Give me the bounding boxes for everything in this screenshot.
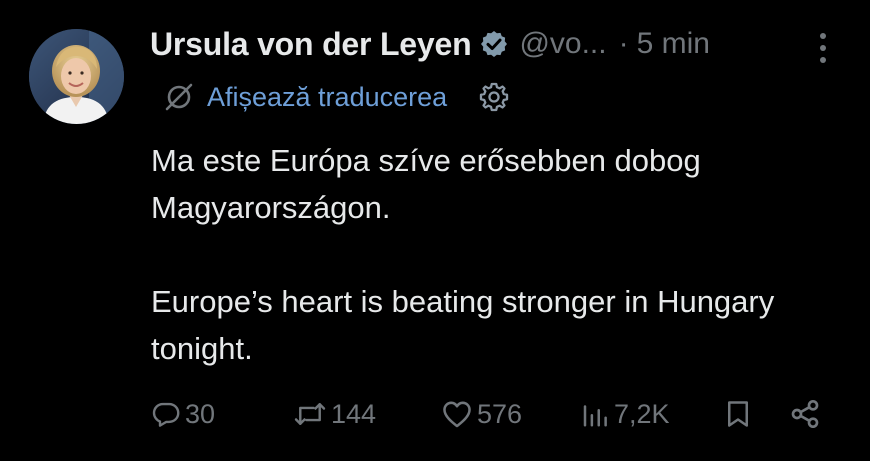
repost-button[interactable]: 144	[293, 392, 376, 436]
translate-icon	[163, 81, 195, 113]
reply-count: 30	[185, 398, 216, 429]
timestamp[interactable]: 5 min	[637, 27, 710, 61]
analytics-icon	[580, 399, 610, 429]
author-handle[interactable]: @vo...	[519, 27, 606, 61]
more-options-icon[interactable]	[815, 30, 831, 66]
repost-count: 144	[331, 398, 377, 429]
heart-icon	[441, 399, 473, 429]
repost-icon	[293, 399, 327, 429]
bookmark-button[interactable]	[723, 392, 753, 436]
tweet-body: Ma este Európa szíve erősebben dobog Mag…	[151, 137, 841, 372]
separator-dot: ·	[618, 27, 629, 60]
tweet-card[interactable]: Ursula von der Leyen @vo... · 5 min Afiș…	[0, 0, 870, 461]
views-button[interactable]: 7,2K	[580, 392, 670, 436]
gear-icon[interactable]	[477, 80, 511, 114]
tweet-paragraph: Europe’s heart is beating stronger in Hu…	[151, 284, 775, 366]
verified-badge-icon[interactable]	[479, 29, 509, 59]
bookmark-icon	[723, 399, 753, 429]
like-count: 576	[477, 398, 523, 429]
tweet-header: Ursula von der Leyen @vo... · 5 min	[150, 22, 850, 66]
tweet-paragraph: Ma este Európa szíve erősebben dobog Mag…	[151, 143, 701, 225]
show-translation-link[interactable]: Afișează traducerea	[207, 82, 447, 113]
action-bar: 30 144 576 7,2K	[0, 392, 870, 436]
reply-button[interactable]: 30	[151, 392, 215, 436]
view-count: 7,2K	[614, 398, 670, 429]
avatar[interactable]	[29, 29, 124, 124]
like-button[interactable]: 576	[441, 392, 522, 436]
share-button[interactable]	[789, 392, 821, 436]
share-icon	[789, 398, 821, 430]
reply-icon	[151, 399, 181, 429]
author-name[interactable]: Ursula von der Leyen	[150, 26, 472, 63]
translate-row: Afișează traducerea	[163, 78, 511, 116]
